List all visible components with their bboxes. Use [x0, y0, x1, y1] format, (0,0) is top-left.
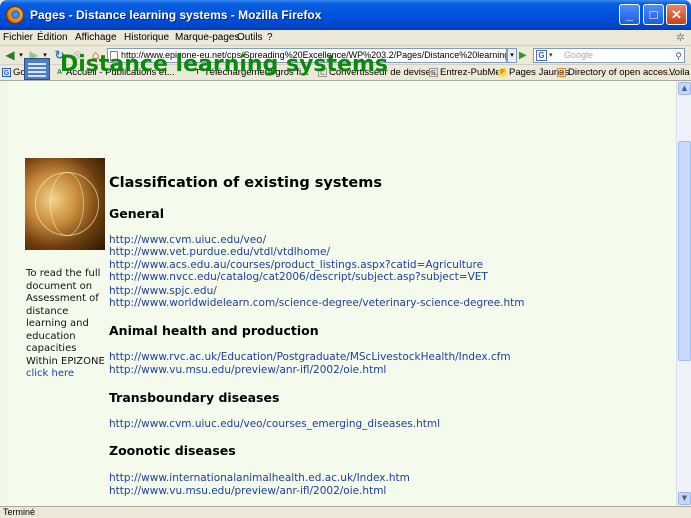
link-general[interactable]: http://www.acs.edu.au/courses/product_li…	[109, 259, 483, 271]
menu-affichage[interactable]: Affichage	[75, 32, 117, 43]
firefox-icon	[6, 6, 24, 24]
search-icon[interactable]: ⚲	[675, 50, 682, 63]
search-engine-dropdown-icon[interactable]: ▾	[549, 49, 553, 62]
link-animal-health[interactable]: http://www.vu.msu.edu/preview/anr-ifl/20…	[109, 364, 386, 376]
scroll-thumb[interactable]	[678, 141, 691, 361]
url-dropdown-icon[interactable]: ▾	[507, 48, 517, 63]
page-title: Distance learning systems	[60, 52, 388, 77]
search-box[interactable]: G ▾ Google ⚲	[533, 48, 685, 63]
page-header-icon	[24, 58, 50, 80]
maximize-button[interactable]: □	[643, 4, 664, 25]
pubmed-bookmark-icon: E	[429, 68, 438, 77]
link-animal-health[interactable]: http://www.rvc.ac.uk/Education/Postgradu…	[109, 351, 511, 363]
click-here-link[interactable]: click here	[26, 368, 74, 379]
status-text: Terminé	[3, 507, 36, 517]
directory-bookmark-icon: D	[557, 68, 566, 77]
classification-heading: Classification of existing systems	[109, 175, 382, 191]
sidebar-text: To read the full document on Assessment …	[26, 268, 105, 367]
section-title-transboundary: Transboundary diseases	[109, 390, 280, 405]
window-titlebar: Pages - Distance learning systems - Mozi…	[0, 0, 691, 30]
link-general[interactable]: http://www.worldwidelearn.com/science-de…	[109, 297, 525, 309]
link-general[interactable]: http://www.nvcc.edu/catalog/cat2006/desc…	[109, 271, 488, 283]
bookmark-pubmed[interactable]: E Entrez-PubMed	[429, 67, 506, 78]
scroll-down-button[interactable]: ▼	[678, 492, 691, 505]
sidebar-note: To read the full document on Assessment …	[26, 268, 108, 381]
link-transboundary[interactable]: http://www.cvm.uiuc.edu/veo/courses_emer…	[109, 418, 440, 430]
throbber-icon: ✲	[675, 32, 685, 44]
scroll-up-button[interactable]: ▲	[678, 82, 691, 95]
status-bar: Terminé	[0, 506, 691, 518]
link-zoonotic[interactable]: http://www.internationalanimalhealth.ed.…	[109, 472, 410, 484]
menu-fichier[interactable]: Fichier	[3, 32, 33, 43]
link-general[interactable]: http://www.cvm.uiuc.edu/veo/	[109, 234, 266, 246]
section-title-zoonotic: Zoonotic diseases	[109, 443, 236, 458]
window-title: Pages - Distance learning systems - Mozi…	[30, 8, 322, 22]
close-button[interactable]: ✕	[666, 4, 687, 25]
voila-bookmark-icon: v	[660, 69, 665, 76]
section-title-animal-health: Animal health and production	[109, 323, 319, 338]
link-general[interactable]: http://www.vet.purdue.edu/vtdl/vtdlhome/	[109, 246, 330, 258]
google-icon[interactable]: G	[536, 50, 547, 61]
back-button[interactable]: ◀	[3, 48, 17, 63]
link-zoonotic[interactable]: http://www.vu.msu.edu/preview/anr-ifl/20…	[109, 485, 386, 497]
bookmark-label: Entrez-PubMed	[440, 67, 507, 78]
menu-outils[interactable]: Outils	[237, 32, 263, 43]
go-button[interactable]: ▶	[519, 48, 531, 63]
menu-bar: Fichier Édition Affichage Historique Mar…	[0, 30, 691, 46]
menu-marque-pages[interactable]: Marque-pages	[175, 32, 239, 43]
link-general[interactable]: http://www.spjc.edu/	[109, 285, 217, 297]
globe-image	[25, 158, 105, 250]
bookmark-label: Voila	[669, 67, 690, 78]
menu-historique[interactable]: Historique	[124, 32, 169, 43]
minimize-button[interactable]: _	[619, 4, 640, 25]
search-placeholder: Google	[564, 50, 594, 60]
pages-jaunes-bookmark-icon: P	[498, 68, 507, 77]
section-title-general: General	[109, 206, 164, 221]
menu-help[interactable]: ?	[267, 32, 273, 43]
vertical-scrollbar[interactable]: ▲ ▼	[676, 81, 691, 506]
bookmark-voila[interactable]: v Voila	[658, 67, 690, 78]
menu-edition[interactable]: Édition	[37, 32, 68, 43]
google-bookmark-icon: G	[2, 68, 11, 77]
